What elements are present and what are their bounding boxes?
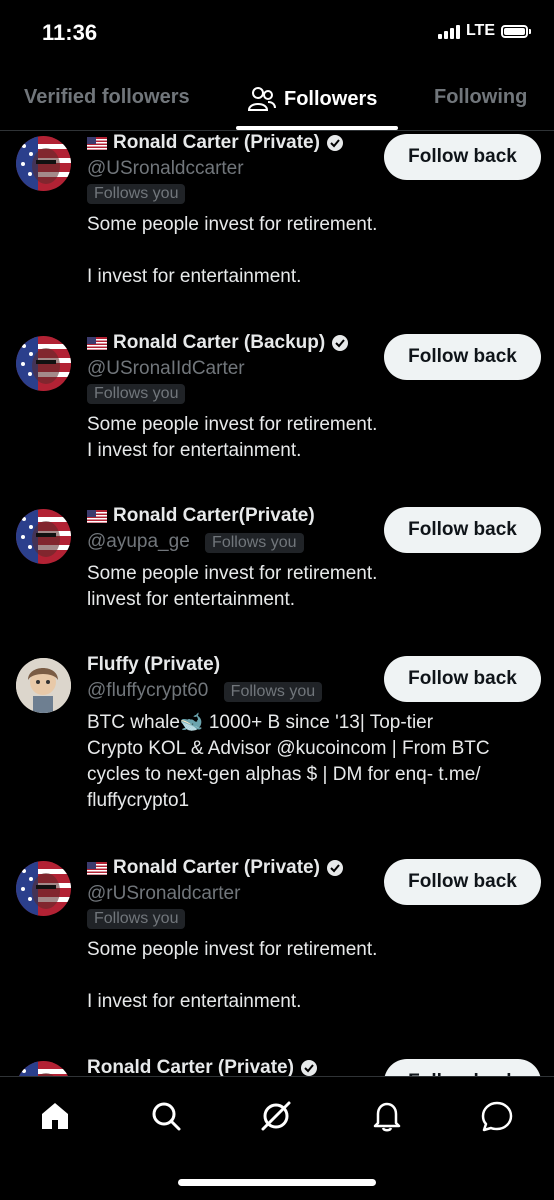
us-flag-icon: [87, 509, 107, 523]
grok-icon[interactable]: [259, 1099, 293, 1133]
user-bio: Some people invest for retirement. I inv…: [87, 214, 378, 287]
user-handle: @USronaldccarter: [87, 158, 244, 179]
us-flag-icon: [87, 136, 107, 150]
avatar[interactable]: [16, 1061, 71, 1076]
verified-badge-icon: [325, 134, 344, 152]
follow-back-button[interactable]: Follow back: [384, 859, 541, 905]
us-flag-icon: [87, 336, 107, 350]
user-handle: @ayupa_ge Follows you: [87, 531, 304, 553]
list-item[interactable]: Ronald Carter (Private) @USronaldccarter…: [0, 131, 554, 331]
follows-you-badge: Follows you: [87, 384, 186, 404]
tab-followers-label: Followers: [284, 87, 378, 110]
messages-icon[interactable]: [480, 1099, 514, 1133]
signal-icon: [437, 23, 460, 39]
user-handle: @fluffycrypt60 Follows you: [87, 680, 323, 702]
home-icon[interactable]: [38, 1099, 72, 1133]
battery-icon: [501, 24, 531, 38]
user-handle: @USronaIIdCarter: [87, 358, 245, 379]
avatar[interactable]: [16, 336, 71, 391]
status-bar: 11:36 LTE: [0, 0, 554, 66]
user-name: Ronald Carter (Private): [87, 857, 344, 879]
list-item[interactable]: Ronald Carter (Private) Follow back: [0, 1056, 554, 1076]
avatar[interactable]: [16, 509, 71, 564]
follows-you-badge: Follows you: [87, 184, 186, 204]
user-handle: @rUSronaldcarter: [87, 883, 241, 904]
user-name-text: Ronald Carter(Private): [113, 505, 315, 526]
tab-following[interactable]: Following: [434, 86, 527, 109]
followers-list: Ronald Carter (Private) @USronaldccarter…: [0, 131, 554, 1076]
user-bio: Some people invest for retirement. I inv…: [87, 414, 378, 461]
avatar[interactable]: [16, 136, 71, 191]
user-name-text: Ronald Carter (Backup): [113, 332, 326, 353]
user-bio: Some people invest for retirement. linve…: [87, 563, 378, 610]
follow-back-button[interactable]: Follow back: [384, 656, 541, 702]
user-bio: BTC whale🐋 1000+ B since '13| Top-tier C…: [87, 712, 490, 811]
user-name-text: Ronald Carter (Private): [113, 132, 320, 153]
list-item[interactable]: Ronald Carter (Backup) @USronaIIdCarter …: [0, 331, 554, 501]
user-handle-text: @ayupa_ge: [87, 531, 190, 552]
user-name-text: Fluffy (Private): [87, 654, 221, 675]
user-bio: Some people invest for retirement. I inv…: [87, 939, 378, 1012]
user-name: Ronald Carter (Private): [87, 1057, 318, 1076]
user-name: Ronald Carter (Private): [87, 132, 344, 154]
tab-followers[interactable]: Followers: [248, 86, 377, 112]
verified-badge-icon: [331, 334, 350, 352]
follow-back-button[interactable]: Follow back: [384, 134, 541, 180]
user-name-text: Ronald Carter (Private): [87, 1057, 294, 1076]
verified-badge-icon: [325, 859, 344, 877]
user-handle-text: @fluffycrypt60: [87, 680, 209, 701]
user-name: Fluffy (Private): [87, 654, 220, 676]
follow-back-button[interactable]: Follow back: [384, 334, 541, 380]
user-name: Ronald Carter(Private): [87, 505, 315, 527]
avatar[interactable]: [16, 658, 71, 713]
user-name: Ronald Carter (Backup): [87, 332, 350, 354]
list-item[interactable]: Ronald Carter(Private) @ayupa_ge Follows…: [0, 504, 554, 654]
verified-badge-icon: [299, 1059, 318, 1076]
tab-verified-followers[interactable]: Verified followers: [24, 86, 190, 109]
avatar[interactable]: [16, 861, 71, 916]
follows-you-badge: Follows you: [223, 682, 323, 702]
list-item[interactable]: Fluffy (Private) @fluffycrypt60 Follows …: [0, 653, 554, 853]
notifications-icon[interactable]: [370, 1099, 404, 1133]
home-indicator: [178, 1179, 376, 1186]
follow-back-button[interactable]: Follow back: [384, 1059, 541, 1076]
search-icon[interactable]: [149, 1099, 183, 1133]
user-name-text: Ronald Carter (Private): [113, 857, 320, 878]
status-time: 11:36: [42, 20, 98, 45]
status-indicators: LTE: [437, 22, 531, 40]
follows-you-badge: Follows you: [205, 533, 304, 553]
active-tab-indicator: [236, 126, 398, 130]
list-item[interactable]: Ronald Carter (Private) @rUSronaldcarter…: [0, 856, 554, 1056]
us-flag-icon: [87, 861, 107, 875]
network-label: LTE: [465, 22, 495, 39]
tab-bar: Verified followers Followers Following: [0, 66, 554, 131]
follow-back-button[interactable]: Follow back: [384, 507, 541, 553]
follows-you-badge: Follows you: [87, 909, 186, 929]
people-icon: [248, 87, 276, 111]
